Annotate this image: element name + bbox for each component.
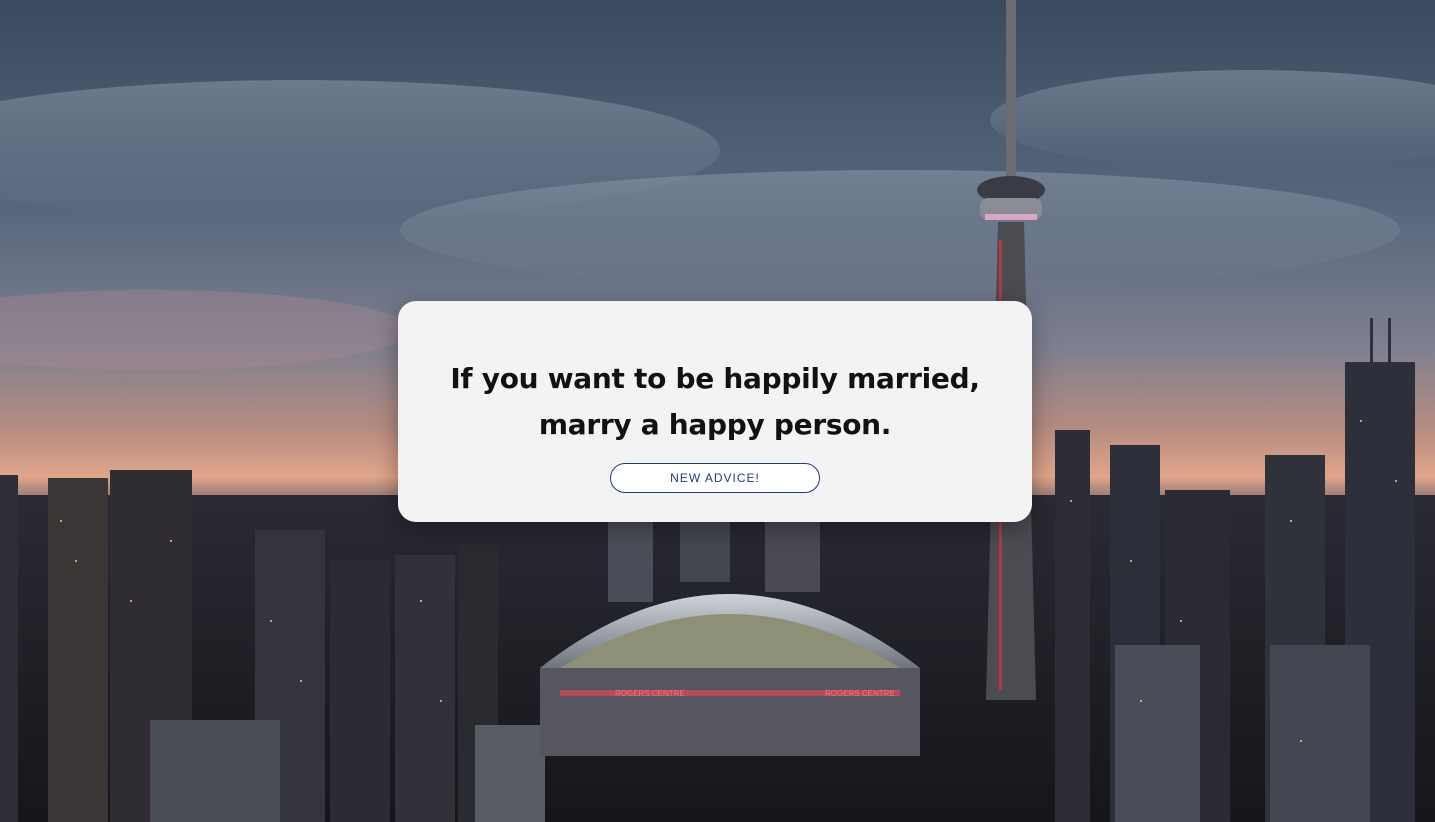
stadium-sign-right: ROGERS CENTRE [825,689,895,698]
new-advice-button[interactable]: NEW ADVICE! [610,463,820,493]
advice-card: If you want to be happily married, marry… [398,301,1032,522]
advice-quote: If you want to be happily married, marry… [450,362,980,441]
stadium-sign-left: ROGERS CENTRE [615,689,685,698]
